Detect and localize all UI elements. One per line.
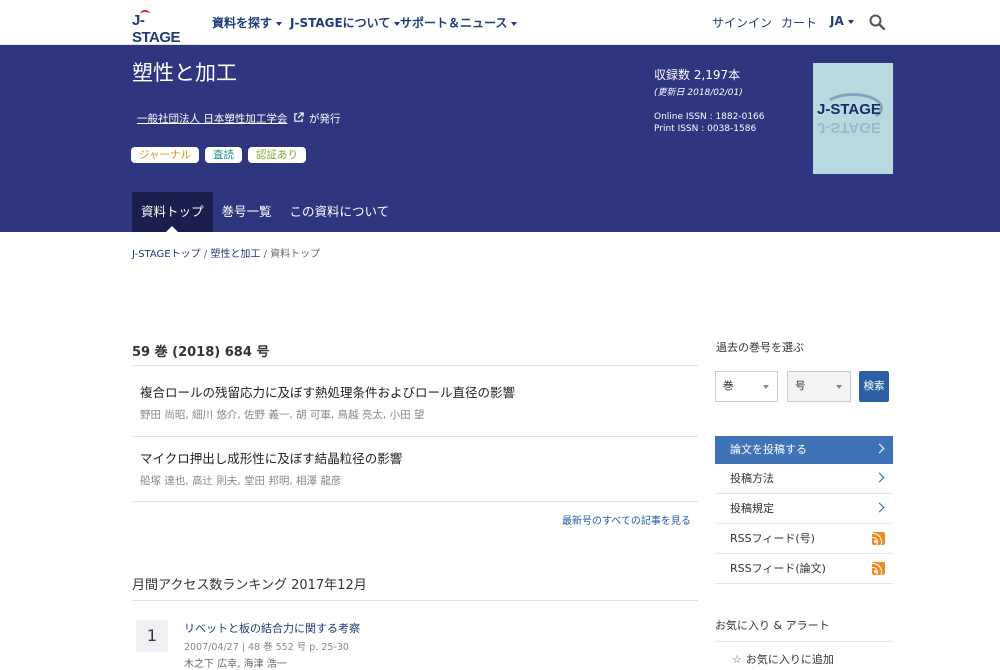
submission-rules-link[interactable]: 投稿規定: [715, 494, 893, 524]
tab-journal-top[interactable]: 資料トップ: [132, 192, 213, 232]
ranking-article-authors: 木之下 広幸, 海津 浩一: [184, 659, 287, 670]
online-issn: Online ISSN : 1882-0166: [654, 112, 765, 122]
ranking-article-title[interactable]: リベットと板の結合力に関する考察: [184, 620, 360, 636]
journal-title: 塑性と加工: [132, 61, 237, 85]
nav-support-news[interactable]: サポート＆ニュース: [400, 14, 518, 31]
cart-link[interactable]: カート: [781, 14, 817, 31]
tab-about-journal[interactable]: この資料について: [281, 192, 399, 232]
submit-article-link[interactable]: 論文を投稿する: [715, 436, 893, 464]
jstage-logo[interactable]: J-STAGE: [132, 10, 192, 46]
rss-icon: [872, 532, 885, 545]
rss-article-link[interactable]: RSSフィード(論文): [715, 554, 893, 584]
top-navbar: J-STAGE 資料を探す J-STAGEについて サポート＆ニュース サインイ…: [0, 0, 1000, 46]
journal-tabs: 資料トップ 巻号一覧 この資料について: [132, 192, 398, 232]
article-title[interactable]: 複合ロールの残留応力に及ぼす熱処理条件およびロール直径の影響: [140, 382, 515, 401]
caret-down-icon: [276, 21, 283, 26]
star-icon: ☆: [732, 653, 742, 666]
nav-about-jstage[interactable]: J-STAGEについて: [290, 14, 401, 31]
divider: [132, 365, 698, 366]
article-item: マイクロ押出し成形性に及ぼす結晶粒径の影響 船塚 達也, 高辻 則夫, 堂田 邦…: [140, 448, 402, 488]
article-item: 複合ロールの残留応力に及ぼす熱処理条件およびロール直径の影響 野田 尚昭, 細川…: [140, 382, 515, 422]
external-link-icon: [293, 112, 304, 122]
rank-number: 1: [136, 620, 168, 652]
chevron-right-icon: [874, 502, 885, 513]
article-authors: 船塚 達也, 高辻 則夫, 堂田 邦明, 相澤 龍彦: [140, 475, 342, 487]
ranking-title: 月間アクセス数ランキング 2017年12月: [132, 578, 367, 593]
chevron-right-icon: [874, 443, 885, 454]
divider: [132, 600, 698, 601]
divider: [132, 501, 698, 502]
rss-icon: [872, 562, 885, 575]
divider: [132, 436, 698, 437]
volume-select[interactable]: 巻: [715, 371, 778, 402]
favorites-alerts-title: お気に入り & アラート: [715, 619, 830, 632]
see-all-articles-link[interactable]: 最新号のすべての記事を見る: [562, 512, 691, 527]
search-icon[interactable]: [869, 14, 885, 30]
chevron-down-icon: [836, 385, 842, 389]
tab-issue-list[interactable]: 巻号一覧: [213, 192, 281, 232]
chevron-down-icon: [763, 385, 769, 389]
journal-stats: 収録数 2,197本 (更新日 2018/02/01) Online ISSN …: [654, 66, 765, 134]
ranking-item: リベットと板の結合力に関する考察 2007/04/27 | 48 巻 552 号…: [184, 620, 360, 670]
ranking-article-meta: 2007/04/27 | 48 巻 552 号 p. 25-30: [184, 642, 349, 653]
article-authors: 野田 尚昭, 細川 悠介, 佐野 義一, 胡 可軍, 鳥越 亮太, 小田 望: [140, 409, 425, 421]
latest-issue-title: 59 巻 (2018) 684 号: [132, 345, 270, 360]
article-title[interactable]: マイクロ押出し成形性に及ぼす結晶粒径の影響: [140, 448, 402, 467]
add-to-favorites-link[interactable]: ☆ お気に入りに追加: [732, 651, 834, 667]
article-count: 収録数 2,197本: [654, 68, 741, 82]
breadcrumb: J-STAGEトップ / 塑性と加工 / 資料トップ: [132, 249, 321, 260]
breadcrumb-current: 資料トップ: [270, 249, 321, 260]
tag-journal: ジャーナル: [131, 147, 199, 163]
updated-date: (更新日 2018/02/01): [654, 88, 743, 98]
language-selector[interactable]: JA: [830, 14, 854, 28]
tag-peer-reviewed: 査読: [204, 147, 242, 163]
breadcrumb-journal[interactable]: 塑性と加工: [210, 249, 260, 260]
active-tab-notch: [166, 226, 179, 232]
issue-search-button[interactable]: 検索: [859, 371, 889, 402]
publisher-link[interactable]: 一般社団法人 日本塑性加工学会: [137, 113, 287, 125]
caret-down-icon: [847, 19, 854, 24]
caret-down-icon: [511, 21, 518, 26]
journal-cover-image: J-STAGE J-STAGE: [813, 63, 893, 174]
print-issn: Print ISSN : 0038-1586: [654, 124, 757, 134]
pick-issue-label: 過去の巻号を選ぶ: [716, 341, 804, 354]
rss-issue-link[interactable]: RSSフィード(号): [715, 524, 893, 554]
divider: [715, 641, 893, 642]
submission-method-link[interactable]: 投稿方法: [715, 464, 893, 494]
breadcrumb-home[interactable]: J-STAGEトップ: [132, 249, 201, 260]
tag-certified: 認証あり: [247, 147, 306, 163]
publisher-line: 一般社団法人 日本塑性加工学会 が発行: [137, 112, 341, 125]
sidebar-links: 論文を投稿する 投稿方法 投稿規定 RSSフィード(号) RSSフィード(論文): [715, 436, 893, 584]
chevron-right-icon: [874, 472, 885, 483]
journal-tags: ジャーナル 査読 認証あり: [131, 147, 306, 163]
nav-find-materials[interactable]: 資料を探す: [212, 14, 283, 31]
number-select[interactable]: 号: [787, 371, 851, 402]
signin-link[interactable]: サインイン: [712, 14, 772, 31]
